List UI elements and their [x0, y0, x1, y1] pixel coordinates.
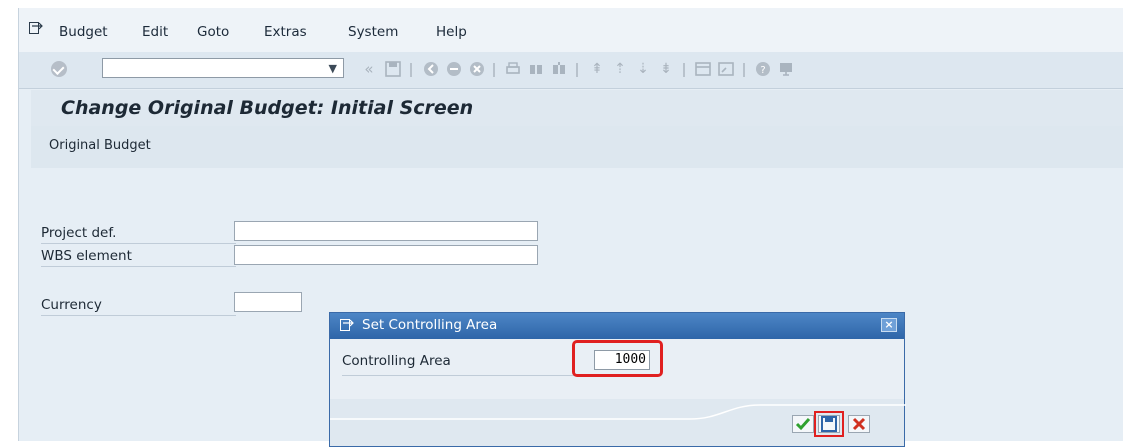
menu-goto[interactable]: Goto	[197, 24, 229, 40]
original-budget-button[interactable]: Original Budget	[49, 138, 151, 153]
next-page-icon[interactable]: ⇣	[635, 61, 651, 77]
currency-input[interactable]	[234, 292, 302, 312]
cancel-icon[interactable]	[469, 61, 485, 77]
print-icon[interactable]	[505, 61, 521, 77]
chevron-down-icon[interactable]: ▼	[329, 62, 337, 75]
checkmark-icon	[795, 418, 811, 431]
menu-icon[interactable]	[29, 22, 43, 34]
last-page-icon[interactable]: ⇟	[658, 61, 674, 77]
new-session-icon[interactable]	[695, 61, 711, 77]
project-def-label: Project def.	[41, 225, 117, 241]
standard-toolbar: ▼ « ⇞ ⇡ ⇣ ⇟ ?	[19, 52, 1123, 89]
dialog-title: Set Controlling Area	[362, 317, 498, 333]
save-icon	[821, 416, 837, 432]
set-controlling-area-dialog: Set Controlling Area × Controlling Area …	[329, 312, 906, 447]
controlling-area-highlight	[572, 340, 663, 377]
find-next-icon[interactable]	[551, 61, 567, 77]
currency-label: Currency	[41, 297, 102, 313]
shortcut-icon[interactable]	[718, 61, 734, 77]
label-underline	[342, 375, 592, 376]
toolbar-separator	[410, 63, 412, 77]
check-circle-icon[interactable]	[51, 61, 67, 77]
label-underline	[41, 243, 236, 244]
back-icon[interactable]	[423, 61, 439, 77]
wbs-element-label: WBS element	[41, 248, 132, 264]
menu-extras[interactable]: Extras	[264, 24, 307, 40]
title-bar: Change Original Budget: Initial Screen	[31, 90, 1123, 126]
cancel-icon	[852, 417, 866, 431]
label-underline	[41, 315, 236, 316]
close-icon[interactable]: ×	[881, 318, 897, 332]
exit-icon[interactable]	[446, 61, 462, 77]
menu-bar: Budget Edit Goto Extras System Help	[19, 8, 1123, 52]
project-def-input[interactable]	[234, 221, 538, 241]
first-page-icon[interactable]: ⇞	[589, 61, 605, 77]
svg-text:?: ?	[760, 65, 765, 76]
toolbar-separator	[743, 63, 745, 77]
page-title: Change Original Budget: Initial Screen	[61, 97, 474, 119]
dialog-title-bar[interactable]: Set Controlling Area ×	[330, 313, 904, 339]
previous-page-icon[interactable]: ⇡	[612, 61, 628, 77]
wbs-element-input[interactable]	[234, 245, 538, 265]
command-field[interactable]: ▼	[102, 58, 344, 78]
continue-button[interactable]	[792, 415, 814, 433]
double-chevron-left-icon[interactable]: «	[361, 61, 377, 77]
toolbar-separator	[683, 63, 685, 77]
menu-edit[interactable]: Edit	[142, 24, 168, 40]
cancel-button[interactable]	[848, 415, 870, 433]
menu-help[interactable]: Help	[436, 24, 467, 40]
toolbar-separator	[576, 63, 578, 77]
find-icon[interactable]	[528, 61, 544, 77]
menu-budget[interactable]: Budget	[59, 24, 108, 40]
help-icon[interactable]: ?	[755, 61, 771, 77]
menu-icon[interactable]	[340, 319, 354, 331]
layout-menu-icon[interactable]	[778, 61, 794, 77]
save-button[interactable]	[818, 415, 840, 433]
dialog-footer	[330, 399, 906, 446]
toolbar-separator	[493, 63, 495, 77]
application-toolbar: Original Budget	[31, 126, 1123, 169]
save-icon[interactable]	[385, 61, 401, 77]
label-underline	[41, 266, 236, 267]
controlling-area-label: Controlling Area	[342, 353, 451, 369]
menu-system[interactable]: System	[348, 24, 398, 40]
